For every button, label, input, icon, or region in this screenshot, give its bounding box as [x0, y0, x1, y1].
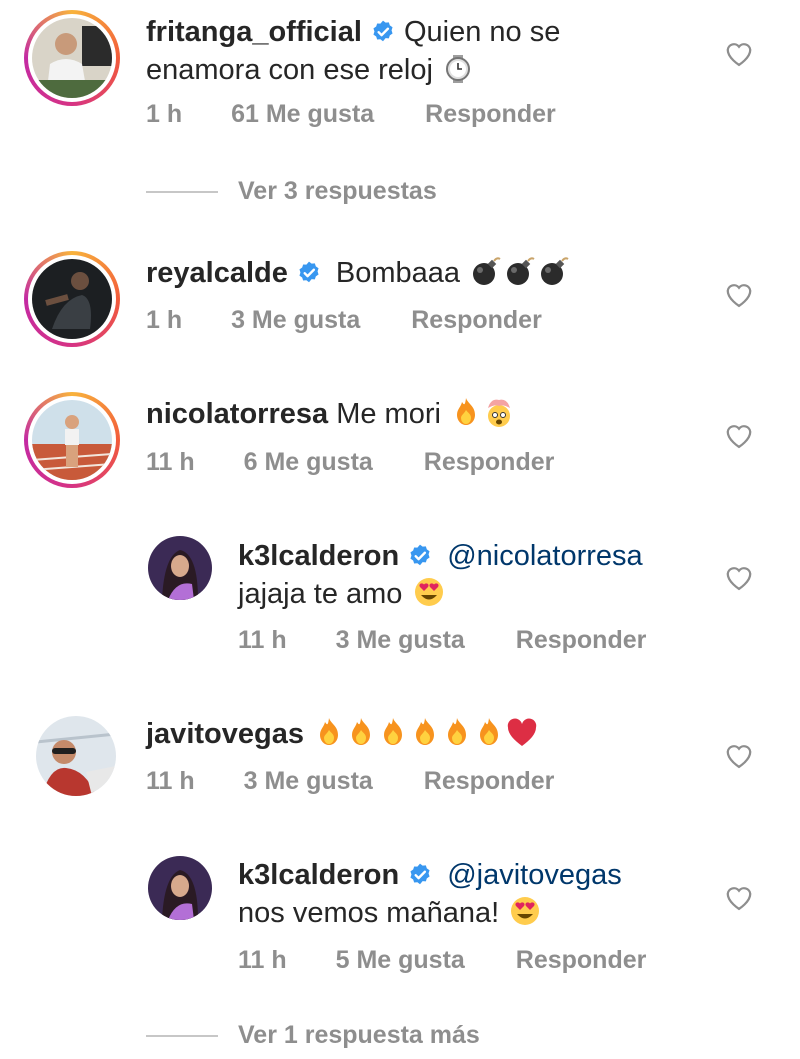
comments-screen: fritanga_official Quien no se enamora con… [0, 0, 800, 1059]
mention-link[interactable]: @nicolatorresa [447, 540, 642, 572]
reply-button[interactable]: Responder [516, 946, 647, 975]
comment-2-line-1: reyalcalde Bombaaa [146, 255, 570, 296]
like-heart-icon[interactable] [724, 563, 754, 591]
avatar-javitovegas[interactable] [36, 716, 116, 796]
verified-badge-icon [407, 861, 433, 887]
comment-username[interactable]: nicolatorresa [146, 398, 328, 430]
comment-time: 1 h [146, 100, 183, 128]
reply-button[interactable]: Responder [424, 767, 555, 796]
view-replies-divider [146, 1035, 218, 1037]
comment-time: 1 h [146, 306, 183, 334]
comment-4-line-1: javitovegas [146, 716, 538, 757]
reply-2-line-2: nos vemos mañana! [238, 895, 541, 936]
comment-likes-link[interactable]: 5 Me gusta [336, 946, 465, 975]
avatar-reyalcalde[interactable] [24, 251, 120, 347]
comment-2-meta: 1 h 3 Me gusta Responder [146, 306, 542, 335]
fire-emoji-icon [314, 716, 344, 757]
comment-3-meta: 11 h 6 Me gusta Responder [146, 448, 554, 477]
comment-text: Bombaaa [335, 257, 461, 289]
fire-emoji-icon [442, 716, 472, 757]
reply-1-line-1: k3lcalderon @nicolatorresa [238, 538, 643, 574]
comment-text: Me mori [336, 398, 441, 430]
heart-eyes-emoji-icon [509, 895, 541, 936]
reply-button[interactable]: Responder [411, 306, 542, 335]
comment-text: jajaja te amo [238, 578, 403, 610]
fire-emoji-icon [451, 396, 481, 437]
fire-emoji-icon [410, 716, 440, 757]
comment-username[interactable]: k3lcalderon [238, 540, 399, 572]
view-replies-divider [146, 191, 218, 193]
avatar-nicolatorresa[interactable] [24, 392, 120, 488]
comment-username[interactable]: k3lcalderon [238, 859, 399, 891]
view-replies-button[interactable]: Ver 3 respuestas [238, 177, 437, 206]
avatar-k3lcalderon[interactable] [148, 536, 212, 600]
comment-1-line-1: fritanga_official Quien no se [146, 14, 560, 50]
comment-3-line-1: nicolatorresa Me mori [146, 396, 515, 437]
reply-button[interactable]: Responder [425, 100, 556, 129]
comment-time: 11 h [238, 626, 287, 654]
comment-time: 11 h [146, 448, 195, 476]
like-heart-icon[interactable] [724, 280, 754, 308]
heart-eyes-emoji-icon [413, 576, 445, 617]
like-heart-icon[interactable] [724, 741, 754, 769]
exploding-head-emoji-icon [483, 396, 515, 437]
mention-link[interactable]: @javitovegas [447, 859, 622, 891]
comment-likes-link[interactable]: 61 Me gusta [231, 100, 374, 129]
like-heart-icon[interactable] [724, 421, 754, 449]
comment-likes-link[interactable]: 3 Me gusta [336, 626, 465, 655]
comment-likes-link[interactable]: 6 Me gusta [244, 448, 373, 477]
verified-badge-icon [370, 18, 396, 44]
comment-likes-link[interactable]: 3 Me gusta [231, 306, 360, 335]
comment-likes-link[interactable]: 3 Me gusta [244, 767, 373, 796]
comment-text: enamora con ese reloj [146, 54, 433, 86]
comment-username[interactable]: reyalcalde [146, 257, 288, 289]
comment-text: Quien no se [403, 16, 561, 48]
verified-badge-icon [407, 542, 433, 568]
verified-badge-icon [296, 259, 322, 285]
reply-2-line-1: k3lcalderon @javitovegas [238, 857, 622, 893]
comment-time: 11 h [238, 946, 287, 974]
watch-emoji-icon [443, 54, 473, 93]
like-heart-icon[interactable] [724, 883, 754, 911]
reply-1-meta: 11 h 3 Me gusta Responder [238, 626, 646, 655]
red-heart-emoji-icon [506, 718, 538, 757]
bomb-emoji-icon [538, 255, 570, 296]
comment-1-meta: 1 h 61 Me gusta Responder [146, 100, 556, 129]
comment-time: 11 h [146, 767, 195, 795]
reply-button[interactable]: Responder [516, 626, 647, 655]
comment-text: nos vemos mañana! [238, 897, 500, 929]
fire-emoji-icon [346, 716, 376, 757]
fire-emoji-icon [378, 716, 408, 757]
bomb-emoji-icon [470, 255, 502, 296]
reply-button[interactable]: Responder [424, 448, 555, 477]
view-more-replies-button[interactable]: Ver 1 respuesta más [238, 1021, 480, 1050]
bomb-emoji-icon [504, 255, 536, 296]
comment-username[interactable]: fritanga_official [146, 16, 362, 48]
comment-1-line-2: enamora con ese reloj [146, 52, 473, 93]
comment-4-meta: 11 h 3 Me gusta Responder [146, 767, 554, 796]
comment-username[interactable]: javitovegas [146, 718, 304, 750]
fire-emoji-icon [474, 716, 504, 757]
reply-1-line-2: jajaja te amo [238, 576, 445, 617]
avatar-fritanga-official[interactable] [24, 10, 120, 106]
reply-2-meta: 11 h 5 Me gusta Responder [238, 946, 646, 975]
avatar-k3lcalderon[interactable] [148, 856, 212, 920]
like-heart-icon[interactable] [724, 39, 754, 67]
